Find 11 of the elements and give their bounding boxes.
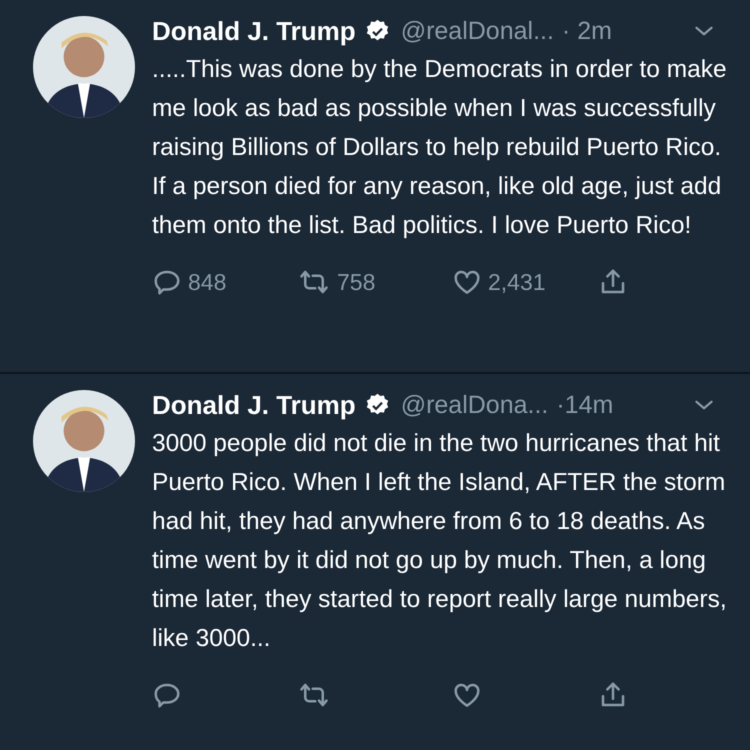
reply-count: 848: [188, 268, 226, 296]
author-name[interactable]: Donald J. Trump: [152, 16, 356, 46]
like-count: 2,431: [488, 268, 546, 296]
author-handle[interactable]: @realDonal...: [400, 16, 554, 46]
author-handle[interactable]: @realDona...: [400, 390, 548, 420]
tweet-text: .....This was done by the Democrats in order to make me look as bad as possible when I was successfully raising Billions of Dollars to help rebuild Puerto Rico. If a person died for any reason, like old age, just add them onto the list. Bad politics. I love Puerto Rico!: [152, 55, 728, 241]
author-name[interactable]: Donald J. Trump: [152, 390, 356, 420]
tweet-time: · 2m: [562, 16, 612, 46]
tweet-text: 3000 people did not die in the two hurricanes that hit Puerto Rico. When I left the Island, AFTER the storm had hit, they had anywhere from 6 to 18 deaths. As time went by it did not go up by much. Then, a long time later, they started to report really large numbers, like 3000...: [152, 429, 728, 654]
retweet-count: 758: [337, 268, 376, 296]
tweet-time: ·14m: [556, 390, 614, 420]
